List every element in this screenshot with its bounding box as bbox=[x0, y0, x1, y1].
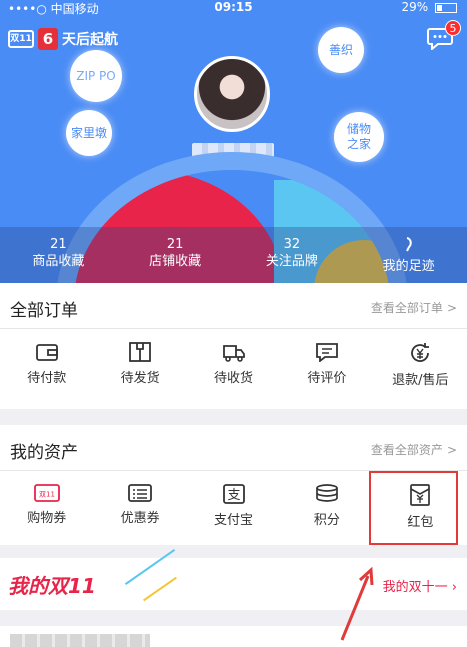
orders-header: 全部订单 查看全部订单 > bbox=[0, 283, 467, 329]
red-packet-icon bbox=[410, 484, 431, 506]
profile-header: ••••○ 中国移动 09:15 29% 双11 6 天后起航 5 ZIP PO… bbox=[0, 0, 467, 283]
asset-shopping-coupons[interactable]: 双11 购物券 bbox=[0, 471, 93, 545]
stat-count: 21 bbox=[50, 237, 67, 252]
order-label: 待发货 bbox=[120, 371, 160, 386]
stat-label: 店铺收藏 bbox=[149, 254, 202, 269]
my-double11-logo: 我的双11 bbox=[8, 574, 96, 598]
package-icon bbox=[129, 342, 152, 362]
order-pending-shipment[interactable]: 待发货 bbox=[93, 329, 186, 407]
asset-discount-coupons[interactable]: 优惠券 bbox=[93, 471, 186, 545]
my-double11-link-label: 我的双十一 bbox=[382, 580, 448, 595]
asset-label: 支付宝 bbox=[214, 513, 254, 528]
decorative-streak bbox=[143, 576, 177, 602]
followed-brand-zippo[interactable]: ZIP PO bbox=[70, 50, 122, 102]
refund-icon bbox=[411, 343, 430, 362]
stat-shop-favorites[interactable]: 21 店铺收藏 bbox=[117, 227, 234, 283]
orders-section: 全部订单 查看全部订单 > 待付款 待发货 待收货 待评价 退款/售后 bbox=[0, 283, 467, 409]
stat-count: 32 bbox=[283, 237, 301, 252]
asset-label: 优惠券 bbox=[120, 511, 160, 526]
alipay-icon: 支 bbox=[222, 484, 245, 504]
stat-label: 关注品牌 bbox=[265, 254, 318, 269]
shopping-coupon-icon: 双11 bbox=[33, 484, 60, 502]
chevron-right-icon: > bbox=[446, 443, 457, 457]
view-all-assets-label: 查看全部资产 bbox=[370, 443, 443, 457]
discount-coupon-icon bbox=[128, 484, 153, 502]
stat-count: 21 bbox=[166, 237, 184, 252]
order-label: 退款/售后 bbox=[392, 373, 449, 388]
order-pending-review[interactable]: 待评价 bbox=[280, 329, 373, 407]
assets-section: 我的资产 查看全部资产 > 双11 购物券 优惠券 支 支付宝 积分 红包 bbox=[0, 425, 467, 545]
asset-label: 红包 bbox=[407, 515, 434, 530]
battery-fill bbox=[437, 4, 442, 11]
clock: 09:15 bbox=[214, 0, 253, 14]
asset-points[interactable]: 积分 bbox=[280, 471, 373, 545]
stat-followed-brands[interactable]: 32 关注品牌 bbox=[234, 227, 351, 283]
status-bar: ••••○ 中国移动 09:15 29% bbox=[0, 0, 467, 18]
asset-label: 积分 bbox=[313, 513, 340, 528]
stats-bar: 21 商品收藏 21 店铺收藏 32 关注品牌 我的足迹 bbox=[0, 227, 467, 283]
followed-brand-jiali[interactable]: 家里墩 bbox=[66, 110, 112, 156]
assets-title: 我的资产 bbox=[10, 443, 78, 463]
battery-percent: 29% bbox=[401, 0, 429, 14]
orders-title: 全部订单 bbox=[10, 301, 78, 321]
followed-brand-shanzhi[interactable]: 善织 bbox=[318, 27, 364, 73]
battery-indicator: 29% bbox=[401, 0, 457, 14]
truck-icon bbox=[222, 345, 245, 362]
wallet-icon bbox=[35, 344, 58, 361]
my-double11-banner[interactable]: 我的双11 我的双十一 › bbox=[0, 548, 467, 610]
chevron-right-icon: › bbox=[451, 580, 457, 595]
stat-label: 我的足迹 bbox=[382, 259, 435, 274]
asset-alipay[interactable]: 支 支付宝 bbox=[187, 471, 280, 545]
my-double11-link[interactable]: 我的双十一 › bbox=[383, 576, 457, 595]
comment-icon bbox=[316, 343, 338, 362]
order-label: 待收货 bbox=[214, 371, 254, 386]
points-icon bbox=[316, 484, 338, 502]
next-section-partial bbox=[0, 626, 467, 647]
brand-label: 家里墩 bbox=[70, 125, 107, 140]
messages-button[interactable]: 5 bbox=[427, 20, 461, 52]
svg-text:支: 支 bbox=[227, 488, 240, 503]
brand-label: ZIP PO bbox=[76, 68, 116, 83]
order-label: 待评价 bbox=[307, 371, 347, 386]
stat-footprints[interactable]: 我的足迹 bbox=[350, 227, 467, 283]
order-label: 待付款 bbox=[27, 371, 67, 386]
order-pending-payment[interactable]: 待付款 bbox=[0, 329, 93, 407]
order-refund-aftersale[interactable]: 退款/售后 bbox=[374, 329, 467, 407]
promo-text: 天后起航 bbox=[62, 32, 118, 48]
battery-icon bbox=[435, 2, 457, 13]
asset-red-packets[interactable]: 红包 bbox=[374, 471, 467, 545]
footprint-icon bbox=[350, 237, 467, 258]
view-all-assets-link[interactable]: 查看全部资产 > bbox=[371, 441, 457, 458]
brand-label: 善织 bbox=[328, 42, 353, 57]
double11-logo-icon: 双11 bbox=[8, 30, 34, 48]
followed-brand-chuwu[interactable]: 储物之家 bbox=[334, 112, 384, 162]
asset-label: 购物券 bbox=[27, 511, 67, 526]
double11-promo[interactable]: 双11 6 天后起航 bbox=[8, 28, 118, 50]
view-all-orders-label: 查看全部订单 bbox=[370, 301, 443, 315]
stat-label: 商品收藏 bbox=[32, 254, 85, 269]
chevron-right-icon: > bbox=[446, 301, 457, 315]
promo-day-number: 6 bbox=[38, 28, 58, 50]
view-all-orders-link[interactable]: 查看全部订单 > bbox=[371, 299, 457, 316]
assets-header: 我的资产 查看全部资产 > bbox=[0, 425, 467, 471]
order-pending-receipt[interactable]: 待收货 bbox=[187, 329, 280, 407]
user-avatar[interactable] bbox=[194, 56, 270, 132]
decorative-streak bbox=[124, 548, 176, 586]
svg-text:双11: 双11 bbox=[39, 491, 55, 499]
stat-product-favorites[interactable]: 21 商品收藏 bbox=[0, 227, 117, 283]
message-count-badge: 5 bbox=[445, 20, 461, 36]
brand-label: 储物之家 bbox=[346, 122, 371, 151]
cut-off-heading bbox=[10, 634, 150, 647]
